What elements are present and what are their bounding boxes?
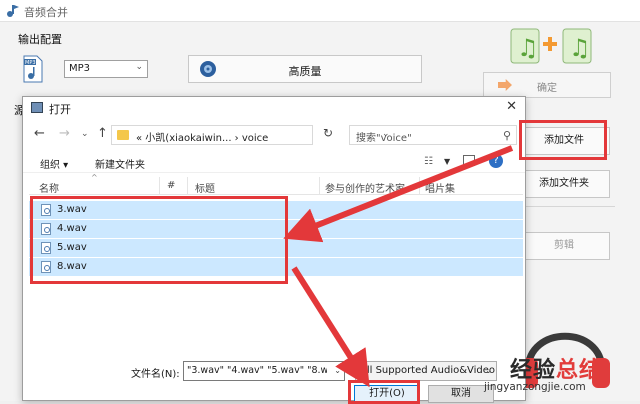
confirm-button[interactable]: 确定 <box>483 72 611 98</box>
column-artists[interactable]: 参与创作的艺术家 <box>325 180 405 195</box>
quality-button[interactable]: 高质量 <box>188 55 422 83</box>
column-title[interactable]: 标题 <box>195 180 215 195</box>
column-number[interactable]: # <box>167 180 175 191</box>
mp3-file-icon: MP3 <box>23 55 43 83</box>
column-name[interactable]: 名称 <box>39 180 59 195</box>
refresh-icon[interactable]: ↻ <box>323 126 333 140</box>
edit-button[interactable]: 剪辑 <box>518 232 610 260</box>
preview-pane-icon[interactable] <box>463 155 475 166</box>
app-titlebar: 音频合并 <box>0 0 640 22</box>
filename-label: 文件名(N): <box>131 369 180 380</box>
organize-button[interactable]: 组织 ▾ <box>40 156 68 171</box>
up-arrow-icon[interactable]: ↑ <box>97 126 108 141</box>
address-path: « 小凯(xiaokaiwin... › voice <box>136 133 269 144</box>
dialog-title: 打开 <box>49 103 71 116</box>
search-placeholder: 搜索"voice" <box>356 133 412 144</box>
column-separator[interactable] <box>319 177 320 195</box>
app-title: 音频合并 <box>24 6 68 19</box>
watermark-url: jingyanzongjie.com <box>484 381 586 393</box>
svg-text:♫: ♫ <box>517 34 539 62</box>
new-folder-button[interactable]: 新建文件夹 <box>95 156 145 171</box>
chevron-down-icon: ⌄ <box>135 62 143 72</box>
recent-locations-chevron-icon[interactable]: ⌄ <box>81 129 89 139</box>
chevron-down-icon[interactable]: ⌄ <box>334 366 341 375</box>
watermark: 经验总结 jingyanzongjie.com <box>484 352 640 401</box>
svg-text:♫: ♫ <box>569 34 591 62</box>
file-type-filter-value: All Supported Audio&Video <box>360 365 496 376</box>
folder-icon <box>117 130 129 140</box>
dialog-window-icon <box>31 102 43 113</box>
column-separator[interactable] <box>159 177 160 195</box>
svg-text:MP3: MP3 <box>25 60 36 66</box>
dialog-toolbar: 组织 ▾ 新建文件夹 ☷ ▼ ? <box>23 151 525 173</box>
help-icon[interactable]: ? <box>489 154 503 168</box>
watermark-title: 经验总结 <box>510 358 603 383</box>
view-options-icon[interactable]: ☷ <box>424 156 433 167</box>
quality-label: 高质量 <box>288 65 322 78</box>
close-icon[interactable]: ✕ <box>506 99 517 114</box>
app-logo-icon <box>7 5 19 17</box>
forward-arrow-icon[interactable]: → <box>59 126 70 141</box>
column-separator[interactable] <box>187 177 188 195</box>
file-type-filter-select[interactable]: All Supported Audio&Video ⌄ <box>355 361 497 381</box>
filename-value: "3.wav" "4.wav" "5.wav" "8.wav" <box>187 365 327 376</box>
dialog-titlebar: 打开 ✕ <box>23 97 525 119</box>
output-section-label: 输出配置 <box>18 33 62 46</box>
annotation-box-add-file <box>519 120 607 160</box>
add-folder-button[interactable]: 添加文件夹 <box>518 170 610 198</box>
navigation-row: ← → ⌄ ↑ « 小凯(xiaokaiwin... › voice ⌄ ↻ 搜… <box>23 123 525 147</box>
file-list-header: ^ 名称 # 标题 参与创作的艺术家 唱片集 <box>29 173 523 195</box>
format-value: MP3 <box>69 63 91 74</box>
column-album[interactable]: 唱片集 <box>425 180 455 195</box>
column-separator[interactable] <box>419 177 420 195</box>
side-divider <box>515 206 615 207</box>
output-format-select[interactable]: MP3 ⌄ <box>64 60 148 78</box>
search-icon: ⚲ <box>502 129 511 142</box>
back-arrow-icon[interactable]: ← <box>34 126 45 141</box>
confirm-label: 确定 <box>537 83 557 94</box>
annotation-box-open <box>348 380 420 404</box>
music-merge-icon: ♫ ♫ <box>510 28 592 64</box>
sort-ascending-icon: ^ <box>91 173 98 182</box>
chevron-down-icon[interactable]: ▼ <box>444 157 450 166</box>
filename-input[interactable]: "3.wav" "4.wav" "5.wav" "8.wav" ⌄ <box>183 361 345 381</box>
annotation-box-selected-files <box>30 196 288 284</box>
address-bar[interactable]: « 小凯(xiaokaiwin... › voice ⌄ <box>111 125 390 145</box>
search-input[interactable]: 搜索"voice" ⚲ <box>349 125 517 145</box>
